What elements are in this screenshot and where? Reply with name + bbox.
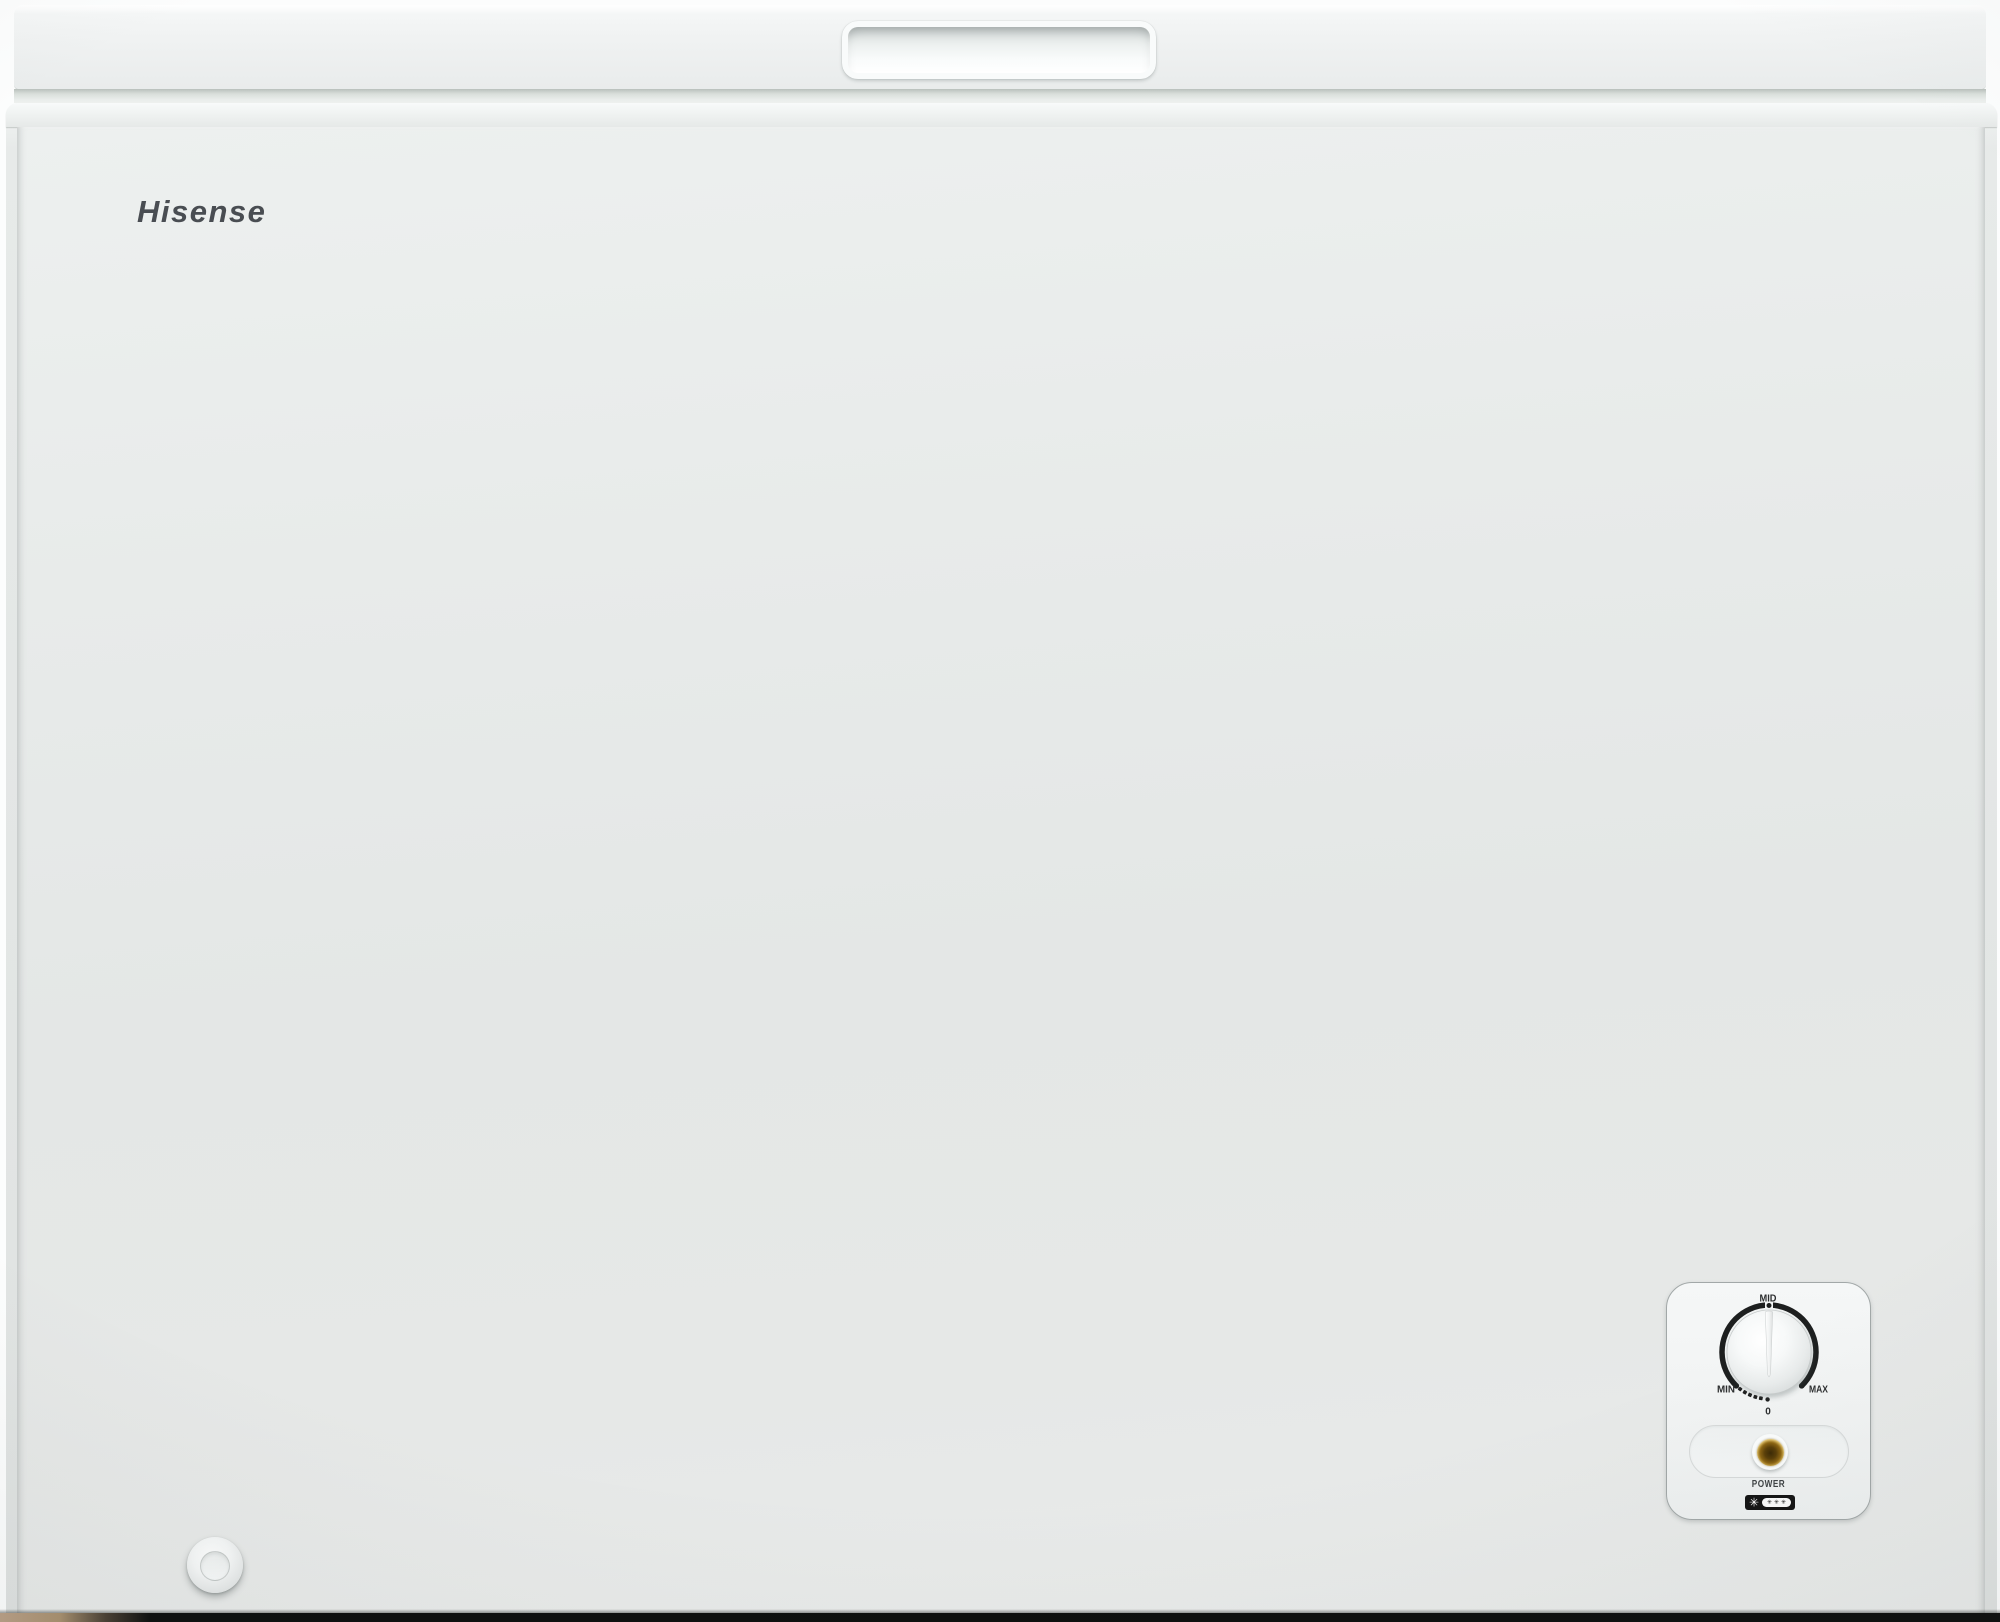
power-indicator-badge: ✳ ✳ ✳ ✳ xyxy=(1745,1495,1795,1510)
led-mark-icon: ✳ xyxy=(1781,1500,1786,1506)
lid-body-seam xyxy=(14,89,1986,103)
led-pill: ✳ ✳ ✳ xyxy=(1762,1498,1791,1507)
freezer-cabinet: Hisense xyxy=(6,103,1997,1615)
floor-shadow xyxy=(0,1613,2000,1622)
brand-logo: Hisense xyxy=(137,196,266,227)
power-light xyxy=(1757,1439,1784,1466)
freezer-lid xyxy=(14,5,1986,89)
led-mark-icon: ✳ xyxy=(1774,1500,1779,1506)
dial-label-max: MAX xyxy=(1809,1385,1828,1396)
drain-cap-inner-ring xyxy=(200,1551,230,1581)
dial-label-min: MIN xyxy=(1717,1385,1735,1396)
led-mark-icon: ✳ xyxy=(1767,1500,1772,1506)
control-panel: MID MIN MAX 0 POWER ✳ xyxy=(1666,1282,1871,1520)
power-light-bezel xyxy=(1752,1434,1788,1470)
dial-label-mid: MID xyxy=(1760,1294,1777,1305)
cabinet-front-panel: Hisense xyxy=(17,127,1985,1615)
lid-handle[interactable] xyxy=(842,21,1156,79)
snowflake-icon: ✳ xyxy=(1749,1496,1759,1508)
zero-index-dot xyxy=(1765,1397,1769,1401)
cabinet-top-rim xyxy=(6,103,1997,127)
dial-label-zero: 0 xyxy=(1765,1407,1771,1418)
handle-recess xyxy=(848,27,1150,73)
chest-freezer-photo: Hisense xyxy=(0,0,2000,1622)
power-label: POWER xyxy=(1685,1479,1851,1490)
drain-cap[interactable] xyxy=(187,1537,243,1593)
power-light-recess xyxy=(1689,1425,1849,1478)
thermostat-dial: MID MIN MAX 0 xyxy=(1684,1285,1854,1420)
